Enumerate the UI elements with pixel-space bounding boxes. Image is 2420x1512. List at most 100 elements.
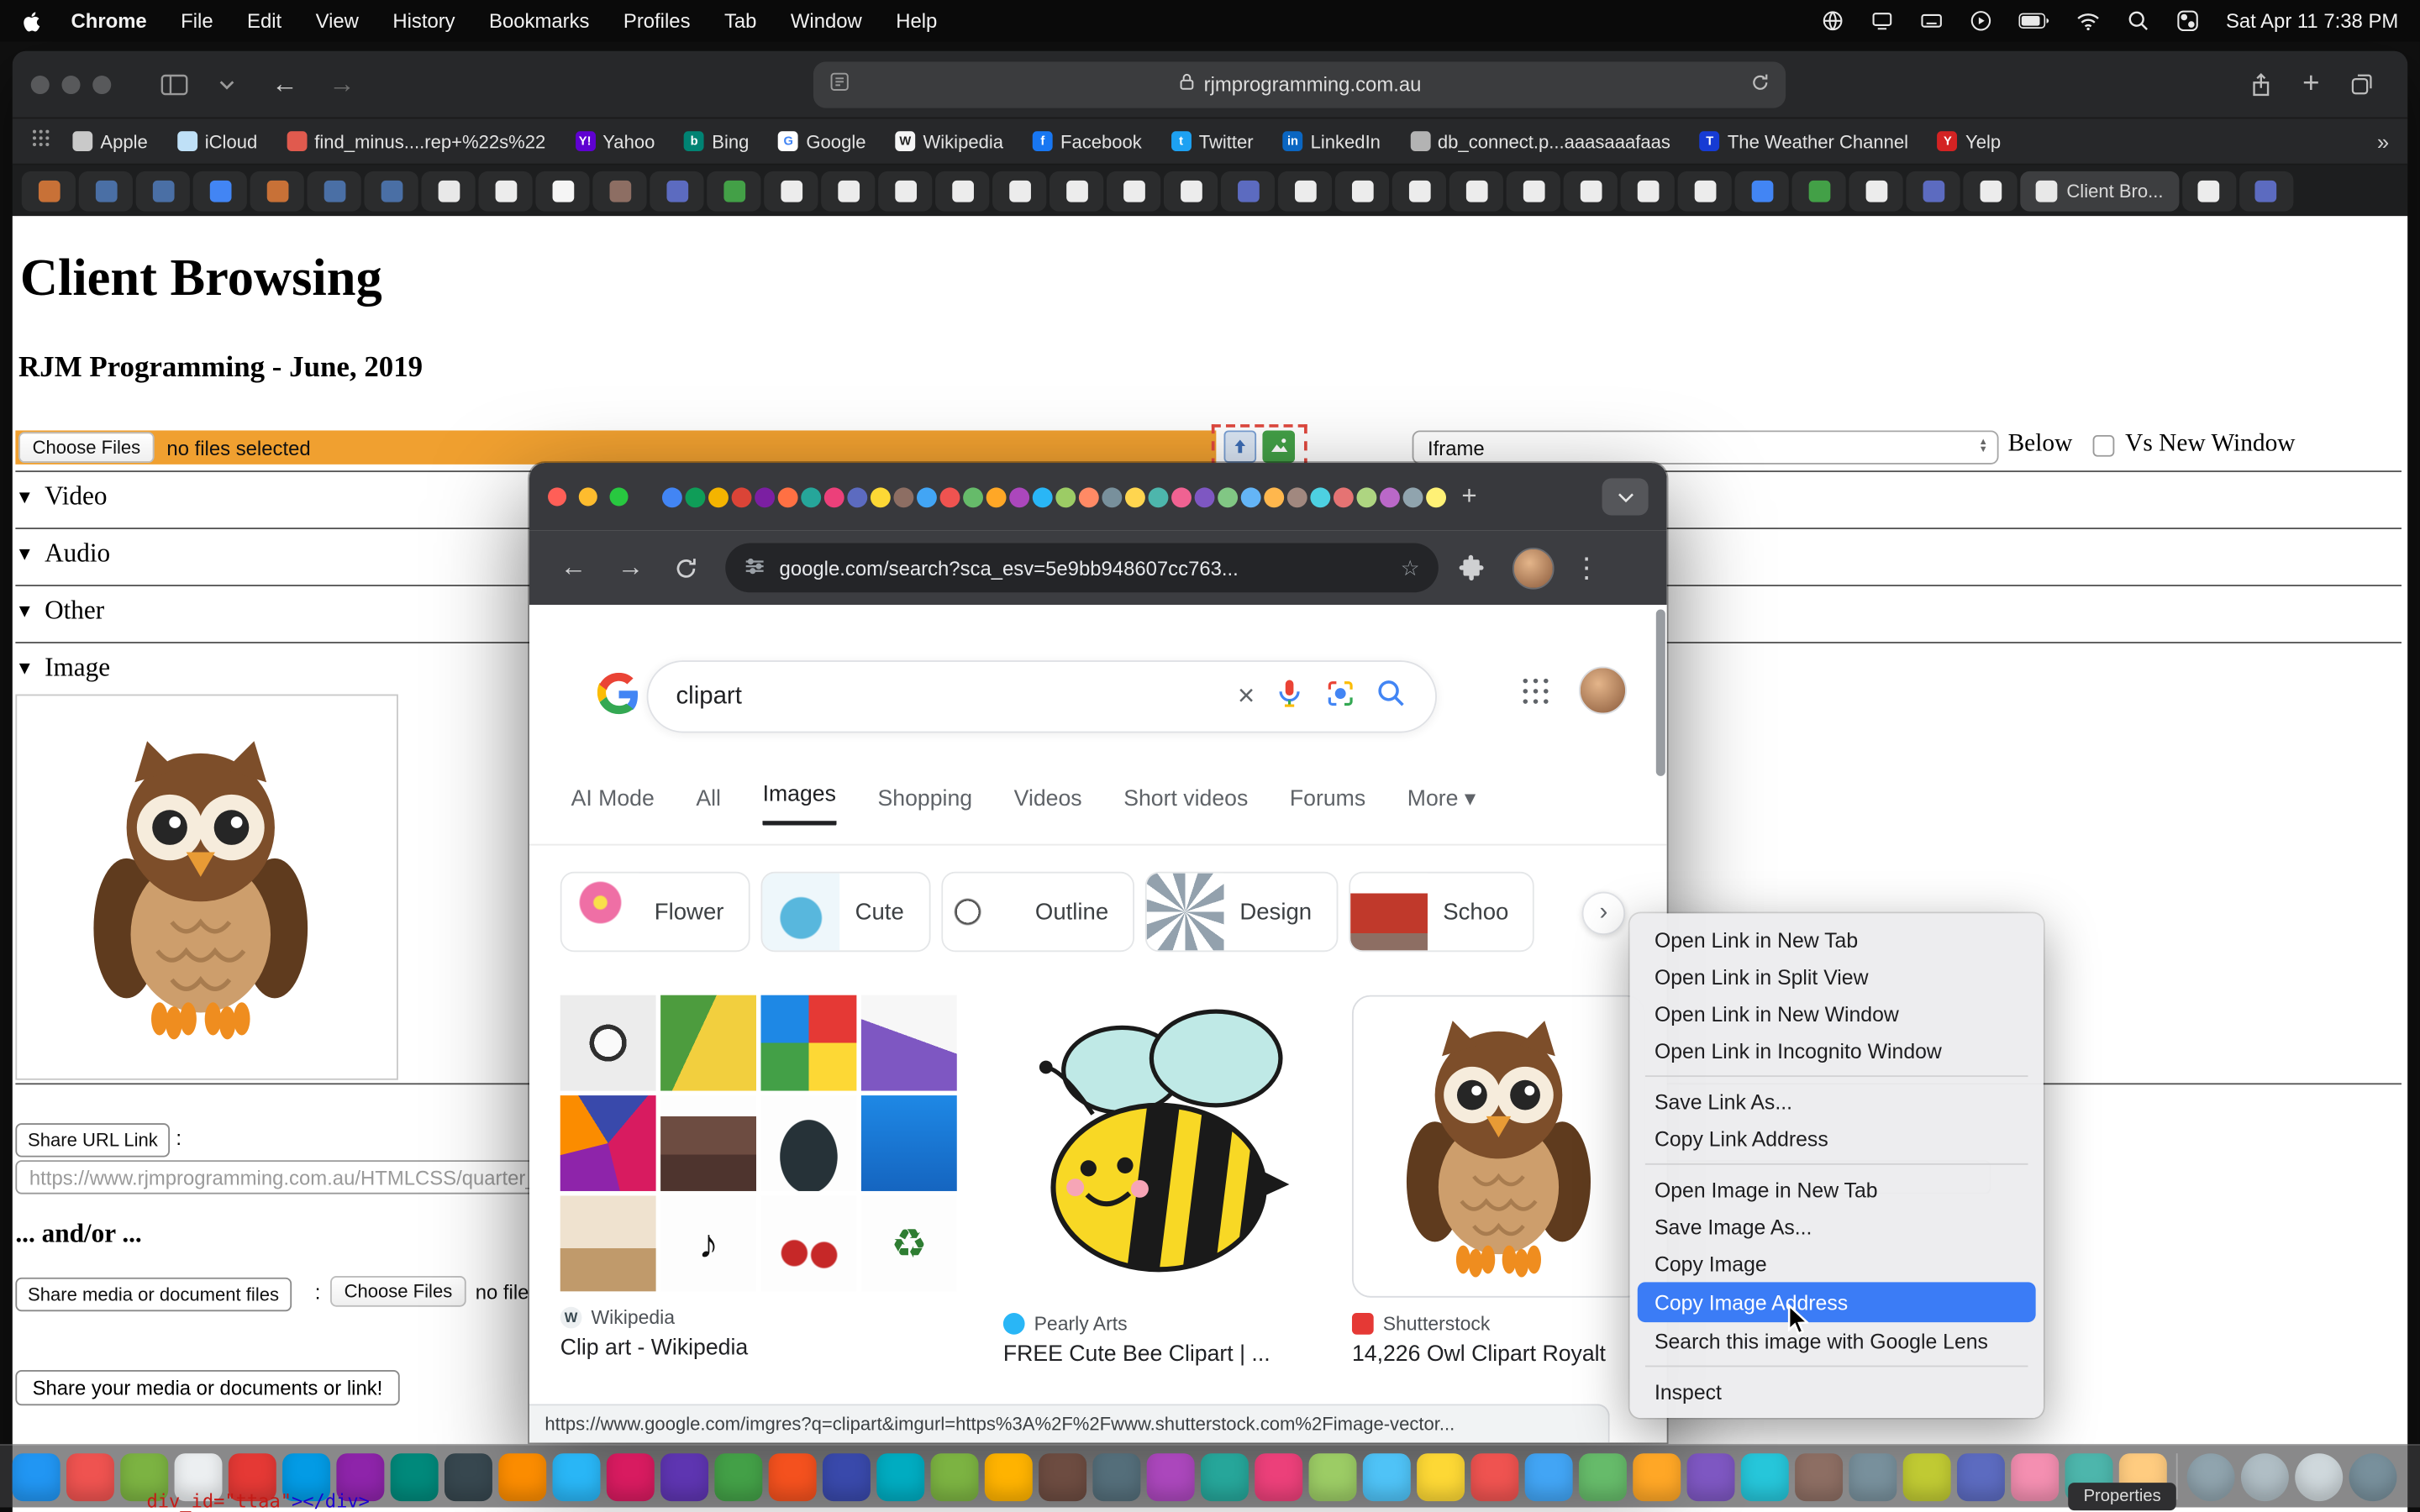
- browser-tab[interactable]: [1564, 171, 1618, 211]
- dock-app-icon[interactable]: [1795, 1452, 1843, 1500]
- bookmark-item[interactable]: G Google: [778, 130, 865, 152]
- dock-app-icon[interactable]: [2011, 1452, 2059, 1500]
- app-menu-chrome[interactable]: Chrome: [71, 9, 146, 33]
- dock-app-icon[interactable]: [769, 1452, 817, 1500]
- owl-image[interactable]: [15, 695, 398, 1080]
- screen-mirroring-icon[interactable]: [1871, 9, 1895, 33]
- browser-tab[interactable]: [1621, 171, 1675, 211]
- clear-search-icon[interactable]: ×: [1238, 680, 1255, 713]
- menu-item-copy-link-address[interactable]: Copy Link Address: [1630, 1120, 2044, 1157]
- dock-app-icon[interactable]: [931, 1452, 979, 1500]
- search-query[interactable]: clipart: [676, 683, 1218, 711]
- browser-tab[interactable]: [250, 171, 304, 211]
- tab-ai-mode[interactable]: AI Mode: [571, 787, 655, 826]
- collage-tile[interactable]: [660, 995, 756, 1091]
- new-tab-icon[interactable]: +: [2302, 67, 2319, 101]
- tab-more[interactable]: More ▾: [1407, 787, 1476, 826]
- back-button[interactable]: ←: [560, 553, 587, 584]
- dock-folder-icon[interactable]: [2295, 1452, 2343, 1500]
- dock-app-icon[interactable]: [498, 1452, 546, 1500]
- dock-app-icon[interactable]: [876, 1452, 924, 1500]
- tab-videos[interactable]: Videos: [1014, 787, 1082, 826]
- collage-tile[interactable]: [560, 995, 656, 1091]
- tab-shopping[interactable]: Shopping: [878, 787, 973, 826]
- browser-tab[interactable]: [878, 171, 932, 211]
- menu-bar-item[interactable]: Edit: [247, 9, 281, 33]
- browser-tab[interactable]: [764, 171, 818, 211]
- pinned-tab-favicon[interactable]: [871, 486, 891, 507]
- dock-app-icon[interactable]: [1309, 1452, 1357, 1500]
- dock-app-icon[interactable]: [1687, 1452, 1735, 1500]
- menu-item-open-link-new-window[interactable]: Open Link in New Window: [1630, 995, 2044, 1032]
- dock-app-icon[interactable]: [1525, 1452, 1573, 1500]
- zoom-window-button[interactable]: [92, 75, 111, 93]
- active-tab[interactable]: Client Bro...: [2020, 171, 2179, 211]
- browser-tab[interactable]: [22, 171, 76, 211]
- filter-chip[interactable]: Design: [1145, 872, 1338, 953]
- share-target-icons[interactable]: [1212, 424, 1307, 467]
- pinned-tab-favicon[interactable]: [1125, 486, 1145, 507]
- bookmark-item[interactable]: b Bing: [684, 130, 749, 152]
- pinned-tab-favicon[interactable]: [940, 486, 960, 507]
- dock-app-icon[interactable]: [1255, 1452, 1302, 1500]
- play-icon[interactable]: [1970, 9, 1993, 33]
- pinned-tab-favicon[interactable]: [963, 486, 983, 507]
- dock-app-icon[interactable]: [714, 1452, 762, 1500]
- omnibox[interactable]: google.com/search?sca_esv=5e9bb948607cc7…: [725, 543, 1439, 593]
- browser-tab[interactable]: [1050, 171, 1103, 211]
- pinned-tab-favicon[interactable]: [1287, 486, 1307, 507]
- pinned-tab-favicon[interactable]: [1426, 486, 1446, 507]
- dock-app-icon[interactable]: [1092, 1452, 1140, 1500]
- minimize-window-button[interactable]: [61, 75, 80, 93]
- zoom-window-button[interactable]: [610, 487, 629, 506]
- search-icon[interactable]: [1376, 676, 1408, 717]
- pinned-tab-favicon[interactable]: [1403, 486, 1423, 507]
- dock-app-icon[interactable]: [1147, 1452, 1195, 1500]
- bookmark-item[interactable]: t Twitter: [1171, 130, 1254, 152]
- upload-icon[interactable]: [1224, 430, 1257, 463]
- browser-tab[interactable]: [1791, 171, 1845, 211]
- menu-bar-clock[interactable]: Sat Apr 11 7:38 PM: [2226, 9, 2398, 33]
- menu-item-open-link-new-tab[interactable]: Open Link in New Tab: [1630, 921, 2044, 958]
- pinned-tab-favicon[interactable]: [1009, 486, 1029, 507]
- pinned-tab-favicon[interactable]: [1380, 486, 1400, 507]
- result-title[interactable]: 14,226 Owl Clipart Royalt: [1352, 1342, 1645, 1367]
- menu-item-open-image-new-tab[interactable]: Open Image in New Tab: [1630, 1171, 2044, 1208]
- browser-tab[interactable]: [1449, 171, 1503, 211]
- pinned-tab-favicon[interactable]: [778, 486, 798, 507]
- pinned-tab-favicon[interactable]: [1334, 486, 1354, 507]
- menu-item-inspect[interactable]: Inspect: [1630, 1373, 2044, 1410]
- pinned-tab-favicon[interactable]: [1055, 486, 1076, 507]
- keyboard-icon[interactable]: [1920, 9, 1944, 33]
- dock-app-icon[interactable]: [1417, 1452, 1465, 1500]
- pinned-tab-favicon[interactable]: [1241, 486, 1261, 507]
- pinned-tab-favicon[interactable]: [662, 486, 682, 507]
- tab-search-button[interactable]: [1602, 478, 1649, 515]
- google-logo[interactable]: [597, 673, 640, 724]
- browser-tab[interactable]: [707, 171, 760, 211]
- bookmark-item[interactable]: find_minus....rep+%22s%22: [287, 130, 545, 152]
- owl-thumbnail[interactable]: [1352, 995, 1645, 1298]
- share-submit-button[interactable]: Share your media or documents or link!: [15, 1370, 399, 1405]
- dock-app-icon[interactable]: [823, 1452, 871, 1500]
- new-tab-button[interactable]: +: [1461, 481, 1476, 512]
- menu-bar-item[interactable]: Window: [791, 9, 862, 33]
- menu-item-copy-image-address[interactable]: Copy Image Address: [1638, 1282, 2036, 1322]
- result-title[interactable]: Clip art - Wikipedia: [560, 1336, 959, 1361]
- dock-folder-icon[interactable]: [2241, 1452, 2289, 1500]
- result-source[interactable]: Pearly Arts: [1003, 1313, 1306, 1335]
- browser-tab[interactable]: [1335, 171, 1389, 211]
- browser-tab[interactable]: [364, 171, 418, 211]
- dock-app-icon[interactable]: [1957, 1452, 2005, 1500]
- bookmark-item[interactable]: T The Weather Channel: [1700, 130, 1908, 152]
- filter-chip[interactable]: Outline: [941, 872, 1135, 953]
- menu-bar-item[interactable]: File: [181, 9, 213, 33]
- browser-tab[interactable]: [650, 171, 703, 211]
- bookmark-item[interactable]: Y Yelp: [1938, 130, 2001, 152]
- pinned-tab-favicon[interactable]: [1102, 486, 1122, 507]
- choose-files-button-2[interactable]: Choose Files: [330, 1276, 466, 1307]
- page-settings-icon[interactable]: [829, 71, 850, 97]
- dock-app-icon[interactable]: [985, 1452, 1033, 1500]
- browser-tab[interactable]: [79, 171, 133, 211]
- share-icon[interactable]: [2250, 71, 2272, 96]
